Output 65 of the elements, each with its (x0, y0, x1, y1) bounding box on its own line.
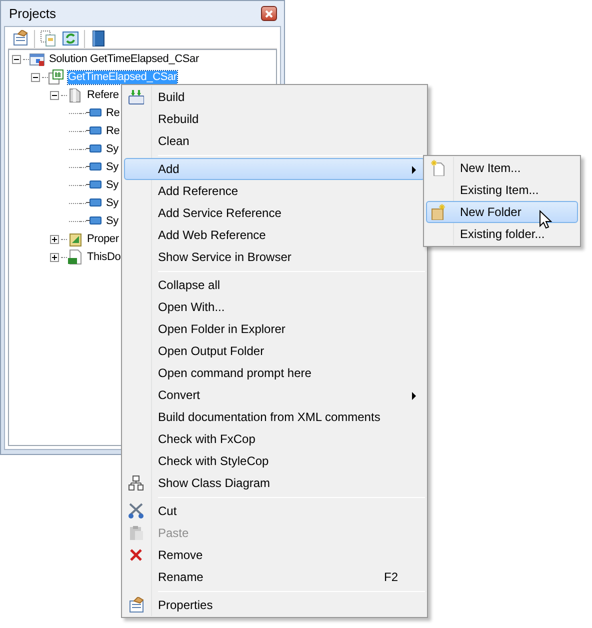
properties-icon (128, 597, 144, 613)
shortcut-text: F2 (384, 569, 398, 586)
menu-item[interactable]: Add (124, 158, 425, 180)
class-diagram-icon (128, 475, 144, 491)
new-folder-icon (430, 204, 446, 220)
tree-item[interactable]: Sy (106, 214, 118, 228)
new-item-icon (430, 160, 446, 176)
tree-item[interactable]: Sy (106, 160, 118, 174)
menu-item[interactable]: Clean (124, 130, 425, 152)
menu-item[interactable]: Collapse all (124, 274, 425, 296)
close-icon (265, 10, 273, 18)
tree-item[interactable]: Refere (87, 88, 119, 102)
menu-item[interactable]: Open With... (124, 296, 425, 318)
menu-item[interactable]: Add Web Reference (124, 224, 425, 246)
solution-icon (29, 51, 45, 67)
menu-item[interactable]: New Folder (426, 201, 578, 223)
collapse-toggle[interactable] (12, 54, 21, 64)
csharp-file-icon (67, 249, 83, 265)
cursor-icon (539, 210, 552, 230)
menu-item[interactable]: Rename F2 (124, 566, 425, 588)
tree-item[interactable]: Sy (106, 178, 118, 192)
scissors-icon (128, 503, 144, 519)
tree-item[interactable]: Sy (106, 142, 118, 156)
collapse-toggle[interactable] (50, 90, 59, 100)
menu-item[interactable]: Show Class Diagram (124, 472, 425, 494)
refresh-icon[interactable] (62, 30, 79, 47)
menu-item[interactable]: Open command prompt here (124, 362, 425, 384)
panel-title: Projects (9, 4, 56, 23)
properties-icon[interactable] (12, 30, 29, 47)
menu-item[interactable]: Properties (124, 594, 425, 616)
menu-item[interactable]: Open Folder in Explorer (124, 318, 425, 340)
expand-toggle[interactable] (50, 234, 59, 244)
submenu-arrow-icon (412, 392, 416, 400)
remove-icon (128, 547, 144, 563)
menu-item[interactable]: Build documentation from XML comments (124, 406, 425, 428)
properties-icon (67, 231, 83, 247)
menu-item[interactable]: Open Output Folder (124, 340, 425, 362)
submenu-arrow-icon (412, 166, 416, 174)
menu-item[interactable]: Existing folder... (426, 223, 578, 245)
menu-item[interactable]: Check with StyleCop (124, 450, 425, 472)
menu-item[interactable]: Existing Item... (426, 179, 578, 201)
tree-item[interactable]: Re (106, 124, 120, 138)
tree-item[interactable]: Proper (87, 232, 119, 246)
tree-item[interactable]: Solution GetTimeElapsed_CSar (49, 52, 199, 66)
tree-item[interactable]: Sy (106, 196, 118, 210)
book-icon[interactable] (90, 30, 107, 47)
menu-item[interactable]: Cut (124, 500, 425, 522)
menu-item[interactable]: Build (124, 86, 425, 108)
menu-item[interactable]: Rebuild (124, 108, 425, 130)
paste-icon (128, 525, 144, 541)
close-button[interactable] (261, 6, 277, 21)
collapse-toggle[interactable] (31, 72, 40, 82)
expand-toggle[interactable] (50, 252, 59, 262)
menu-item[interactable]: Remove (124, 544, 425, 566)
menu-item[interactable]: Add Service Reference (124, 202, 425, 224)
menu-item[interactable]: Check with FxCop (124, 428, 425, 450)
tree-item[interactable]: Re (106, 106, 120, 120)
menu-item[interactable]: Convert (124, 384, 425, 406)
menu-item[interactable]: Add Reference (124, 180, 425, 202)
tree-item[interactable]: ThisDo (87, 250, 121, 264)
menu-item[interactable]: New Item... (426, 157, 578, 179)
copy-icon[interactable] (40, 30, 57, 47)
references-icon (67, 87, 83, 103)
build-icon (128, 89, 144, 105)
menu-item[interactable]: Show Service in Browser (124, 246, 425, 268)
